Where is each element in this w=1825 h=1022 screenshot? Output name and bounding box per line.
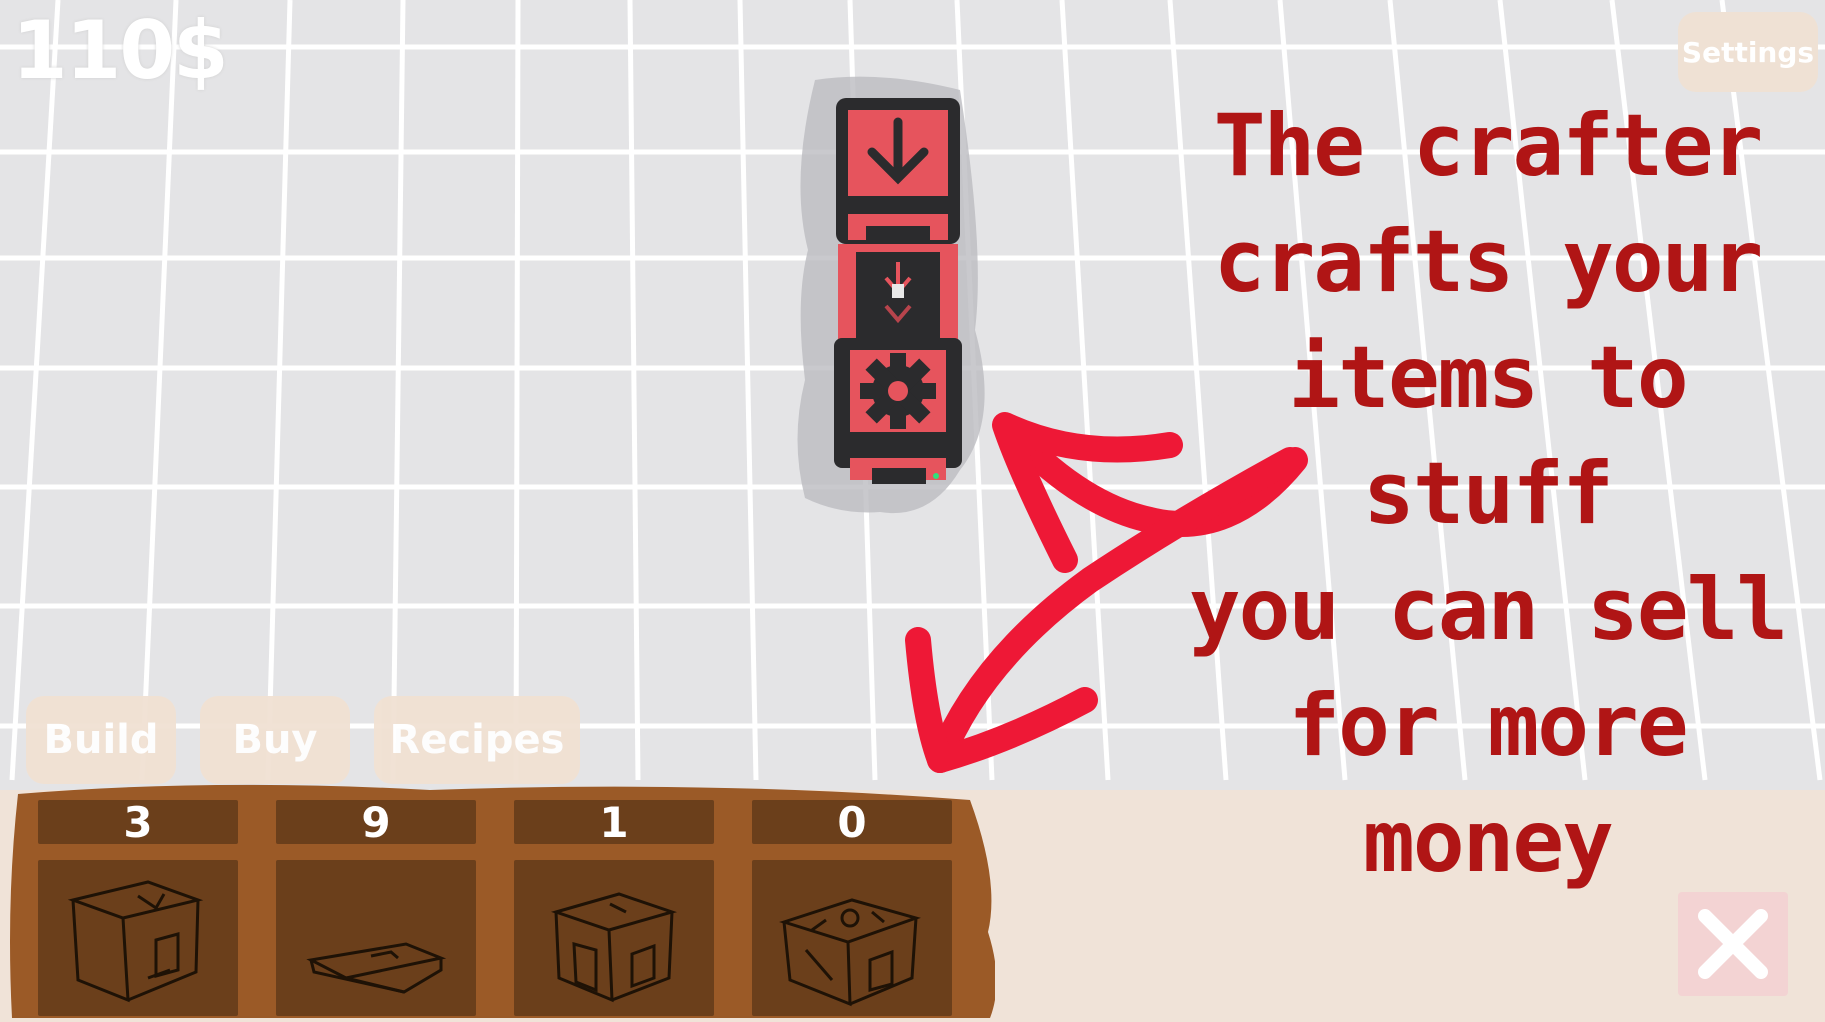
gear-icon — [860, 353, 936, 429]
slot-count: 3 — [38, 798, 238, 847]
slot-count: 9 — [276, 798, 476, 847]
box-sketch-icon — [550, 892, 678, 1003]
close-tutorial-button[interactable] — [1678, 892, 1788, 996]
seller-sketch-icon — [779, 898, 921, 1007]
slot-count: 0 — [752, 798, 952, 847]
tab-buy[interactable]: Buy — [200, 696, 350, 784]
crafter-sketch-icon — [67, 880, 204, 1003]
inventory-slot-crafter[interactable] — [38, 860, 238, 1016]
slot-count: 1 — [514, 798, 714, 847]
inventory-slot-box[interactable] — [514, 860, 714, 1016]
money-display: 110$ — [12, 4, 229, 97]
inventory-slot-conveyor[interactable] — [276, 860, 476, 1016]
settings-button[interactable]: Settings — [1678, 12, 1818, 92]
tutorial-text: The crafter crafts your items to stuff y… — [1188, 96, 1788, 892]
inventory-slot-seller[interactable] — [752, 860, 952, 1016]
crafter-machine[interactable] — [834, 98, 962, 484]
close-icon — [1698, 909, 1768, 979]
tab-build[interactable]: Build — [26, 696, 176, 784]
tab-recipes[interactable]: Recipes — [374, 696, 580, 784]
conveyor-sketch-icon — [306, 942, 447, 994]
